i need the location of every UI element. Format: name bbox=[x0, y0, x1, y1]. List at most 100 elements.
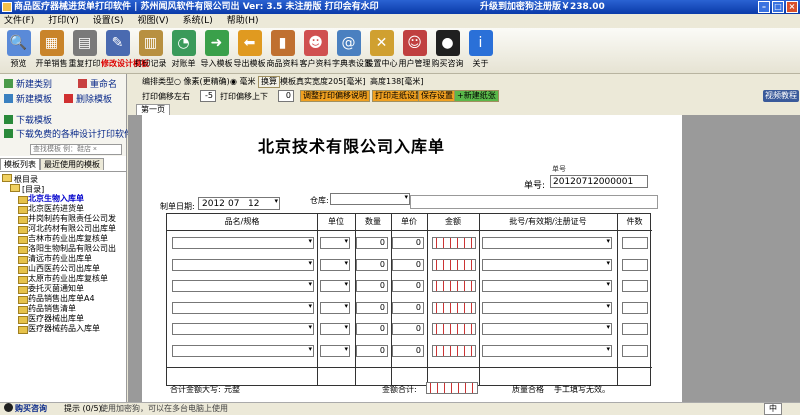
adjust-offset-help-button[interactable]: 调整打印偏移说明 bbox=[300, 90, 370, 102]
toolbar-button-1[interactable]: ▦ 开单销售 bbox=[35, 28, 68, 74]
menu-help[interactable]: 帮助(H) bbox=[227, 14, 259, 28]
product-select[interactable] bbox=[172, 345, 314, 357]
minimize-button[interactable]: – bbox=[758, 1, 770, 13]
price-input[interactable]: 0 bbox=[392, 280, 424, 292]
tree-item[interactable]: 山西医药公司出库单 bbox=[2, 264, 124, 274]
tree-item[interactable]: 北京医药进货单 bbox=[2, 204, 124, 214]
toolbar-button-10[interactable]: @ 字典表设置 bbox=[332, 28, 372, 74]
batch-select[interactable] bbox=[482, 237, 612, 249]
menu-file[interactable]: 文件(F) bbox=[4, 14, 34, 28]
toolbar-button-4[interactable]: ▥ 打印记录 bbox=[134, 28, 167, 74]
amount-grid[interactable] bbox=[432, 302, 476, 314]
qty-input[interactable]: 0 bbox=[356, 302, 388, 314]
batch-select[interactable] bbox=[482, 345, 612, 357]
amount-grid[interactable] bbox=[432, 280, 476, 292]
design-canvas[interactable]: 北京技术有限公司入库单 单号 单号: 20120712000001 制单日期: … bbox=[128, 115, 800, 402]
tree-item[interactable]: 药品销售清单 bbox=[2, 304, 124, 314]
tree-item[interactable]: 北京生物入库单 bbox=[2, 194, 124, 204]
batch-select[interactable] bbox=[482, 323, 612, 335]
toolbar-button-2[interactable]: ▤ 重复打印 bbox=[68, 28, 101, 74]
product-select[interactable] bbox=[172, 259, 314, 271]
tree-item[interactable]: 医疗器械药品入库单 bbox=[2, 324, 124, 334]
offset-ud-input[interactable]: 0 bbox=[278, 90, 294, 102]
price-input[interactable]: 0 bbox=[392, 237, 424, 249]
toolbar-button-8[interactable]: ▮ 商品资料 bbox=[266, 28, 299, 74]
product-select[interactable] bbox=[172, 280, 314, 292]
sheet-title[interactable]: 北京技术有限公司入库单 bbox=[258, 133, 445, 157]
qty-input[interactable]: 0 bbox=[356, 345, 388, 357]
pieces-input[interactable] bbox=[622, 323, 648, 335]
template-paper[interactable]: 北京技术有限公司入库单 单号 单号: 20120712000001 制单日期: … bbox=[142, 115, 682, 402]
toolbar-button-12[interactable]: ☺ 用户管理 bbox=[398, 28, 431, 74]
pieces-input[interactable] bbox=[622, 237, 648, 249]
menu-print[interactable]: 打印(Y) bbox=[48, 14, 79, 28]
tree-item[interactable]: 太原市药业出库复核单 bbox=[2, 274, 124, 284]
tree-item[interactable]: 井岗制药有限责任公司发 bbox=[2, 214, 124, 224]
unit-select[interactable] bbox=[320, 259, 350, 271]
unit-select[interactable] bbox=[320, 323, 350, 335]
template-search-input[interactable] bbox=[30, 144, 122, 155]
tab-page-1[interactable]: 第一页 bbox=[136, 104, 170, 115]
tree-item[interactable]: 医疗器械出库单 bbox=[2, 314, 124, 324]
price-input[interactable]: 0 bbox=[392, 345, 424, 357]
price-input[interactable]: 0 bbox=[392, 323, 424, 335]
offset-lr-input[interactable]: -5 bbox=[200, 90, 216, 102]
download-free-link[interactable]: 下载免费的各种设计打印软件 bbox=[4, 127, 133, 140]
tree-item[interactable]: 河北药材有限公司出库单 bbox=[2, 224, 124, 234]
warehouse-select[interactable] bbox=[330, 193, 410, 205]
menu-system[interactable]: 系统(L) bbox=[183, 14, 213, 28]
toolbar-button-11[interactable]: ✕ 设置中心 bbox=[365, 28, 398, 74]
qty-input[interactable]: 0 bbox=[356, 259, 388, 271]
number-label[interactable]: 单号: bbox=[524, 178, 545, 191]
product-select[interactable] bbox=[172, 237, 314, 249]
unit-select[interactable] bbox=[320, 345, 350, 357]
batch-select[interactable] bbox=[482, 302, 612, 314]
unit-select[interactable] bbox=[320, 237, 350, 249]
upgrade-link[interactable]: 升级到加密狗注册版￥238.00 bbox=[480, 0, 605, 14]
total-caps-label[interactable]: 合计金额大写: bbox=[170, 384, 221, 395]
qty-input[interactable]: 0 bbox=[356, 280, 388, 292]
tab-template-list[interactable]: 模板列表 bbox=[0, 158, 40, 170]
warehouse-field[interactable] bbox=[410, 195, 658, 209]
batch-select[interactable] bbox=[482, 280, 612, 292]
number-tag[interactable]: 单号 bbox=[552, 164, 566, 174]
download-template-link[interactable]: 下载模板 bbox=[4, 113, 52, 126]
new-category-button[interactable]: 新建类别 bbox=[4, 77, 52, 90]
price-input[interactable]: 0 bbox=[392, 302, 424, 314]
total-amount-label[interactable]: 金额合计: bbox=[382, 384, 417, 395]
new-template-button[interactable]: 新建模板 bbox=[4, 92, 52, 105]
radio-mm[interactable]: ◉ 毫米 bbox=[230, 76, 256, 87]
pieces-input[interactable] bbox=[622, 259, 648, 271]
video-tutorial-button[interactable]: 视频教程 bbox=[763, 90, 799, 102]
price-input[interactable]: 0 bbox=[392, 259, 424, 271]
delete-template-button[interactable]: 删除模板 bbox=[64, 92, 112, 105]
toolbar-button-9[interactable]: ☻ 客户资料 bbox=[299, 28, 332, 74]
save-settings-button[interactable]: 保存设置 bbox=[418, 90, 456, 102]
tree-root[interactable]: 根目录 bbox=[2, 174, 124, 184]
total-caps-value[interactable]: 元整 bbox=[224, 384, 240, 395]
tree-item[interactable]: 吉林市药业出库复核单 bbox=[2, 234, 124, 244]
toolbar-button-0[interactable]: 🔍 预览 bbox=[2, 28, 35, 74]
unit-select[interactable] bbox=[320, 302, 350, 314]
qty-input[interactable]: 0 bbox=[356, 323, 388, 335]
rename-button[interactable]: 重命名 bbox=[78, 77, 117, 90]
qty-input[interactable]: 0 bbox=[356, 237, 388, 249]
menu-view[interactable]: 视图(V) bbox=[137, 14, 168, 28]
number-value[interactable]: 20120712000001 bbox=[550, 175, 648, 188]
tab-recent-templates[interactable]: 最近使用的模板 bbox=[40, 158, 104, 170]
quality-label[interactable]: 质量合格 bbox=[512, 384, 544, 395]
buy-consult-link[interactable]: 购买咨询 bbox=[4, 403, 47, 415]
toolbar-button-5[interactable]: ◔ 对账单 bbox=[167, 28, 200, 74]
radio-pixel[interactable]: ○ 像素(更精确) bbox=[174, 76, 230, 87]
toolbar-button-6[interactable]: ➜ 导入模板 bbox=[200, 28, 233, 74]
toolbar-button-13[interactable]: ● 购买咨询 bbox=[431, 28, 464, 74]
toolbar-button-7[interactable]: ⬅ 导出模板 bbox=[233, 28, 266, 74]
ime-indicator[interactable]: 中 bbox=[764, 403, 782, 415]
tree-folder[interactable]: [目录] bbox=[2, 184, 124, 194]
unit-select[interactable] bbox=[320, 280, 350, 292]
maximize-button[interactable]: □ bbox=[772, 1, 784, 13]
pieces-input[interactable] bbox=[622, 345, 648, 357]
new-paper-button[interactable]: +新建纸张 bbox=[454, 90, 499, 102]
batch-select[interactable] bbox=[482, 259, 612, 271]
product-select[interactable] bbox=[172, 302, 314, 314]
